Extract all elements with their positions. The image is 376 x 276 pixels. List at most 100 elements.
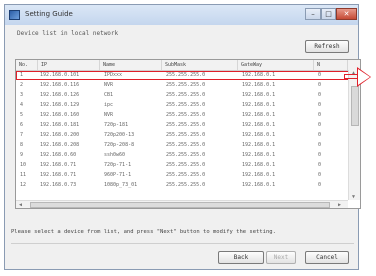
table-cell: 0 [318, 102, 322, 108]
table-cell: 7 [20, 132, 24, 138]
table-cell: 0 [318, 162, 322, 168]
table-row[interactable]: 5 192.168.0.160 NVR 255.255.255.0 192.168.0.… [16, 111, 360, 120]
table-cell: 12 [20, 182, 27, 188]
table-cell: 0 [318, 92, 322, 98]
table-cell: 8 [20, 142, 24, 148]
maximize-button[interactable]: □ [321, 8, 336, 20]
horizontal-scroll-thumb[interactable] [30, 202, 330, 208]
table-cell: 192.168.0.208 [40, 142, 80, 148]
table-cell: NVR [104, 112, 114, 118]
vertical-scroll-thumb[interactable] [351, 86, 359, 126]
cancel-button[interactable]: Cancel [305, 251, 349, 264]
column-header-no[interactable]: No. [16, 60, 38, 70]
table-cell: 0 [318, 72, 322, 78]
table-cell: 255.255.255.0 [166, 122, 206, 128]
device-list[interactable]: No. IP Name SubMask GateWay N 1 192.168.0… [15, 59, 361, 209]
table-row[interactable]: 8 192.168.0.208 720p-208-8 255.255.255.0 192… [16, 141, 360, 150]
table-cell: 5 [20, 112, 24, 118]
table-cell: 192.168.0.116 [40, 82, 80, 88]
table-cell: 1080p_73_01 [104, 182, 138, 188]
table-cell: 0 [318, 82, 322, 88]
scroll-left-arrow-icon[interactable]: ◀ [19, 202, 22, 208]
table-cell: 192.168.0.181 [40, 122, 80, 128]
table-cell: 960P-71-1 [104, 172, 132, 178]
table-cell: 255.255.255.0 [166, 92, 206, 98]
refresh-button[interactable]: Refresh [305, 40, 349, 53]
horizontal-scrollbar[interactable]: ◀ ▶ [16, 200, 348, 208]
table-row[interactable]: 9 192.168.0.60 ssh0w60 255.255.255.0 192.168… [16, 151, 360, 160]
table-row[interactable]: 11 192.168.0.71 960P-71-1 255.255.255.0 192.… [16, 171, 360, 180]
table-cell: 720p200-13 [104, 132, 135, 138]
table-cell: 192.168.0.71 [40, 172, 77, 178]
footer-divider [11, 243, 354, 244]
back-button[interactable]: Back [218, 251, 264, 264]
table-cell: 0 [318, 122, 322, 128]
table-cell: 192.168.0.1 [242, 162, 276, 168]
table-cell: ipc [104, 102, 114, 108]
column-header-submask[interactable]: SubMask [162, 60, 238, 70]
callout-arrow-fill [358, 69, 370, 85]
table-row[interactable]: 7 192.168.0.200 720p200-13 255.255.255.0 192… [16, 131, 360, 140]
table-cell: 0 [318, 152, 322, 158]
table-cell: 255.255.255.0 [166, 152, 206, 158]
table-cell: 192.168.0.1 [242, 142, 276, 148]
table-cell: 192.168.0.101 [40, 72, 80, 78]
table-row[interactable]: 6 192.168.0.181 720p-181 255.255.255.0 192.1… [16, 121, 360, 130]
table-cell: 192.168.0.1 [242, 72, 276, 78]
table-row-selected[interactable]: 1 192.168.0.101 IPDxxx 255.255.255.0 192.168… [16, 71, 360, 80]
window-title: Setting Guide [25, 10, 73, 18]
close-button[interactable]: ✕ [336, 8, 357, 20]
table-cell: 11 [20, 172, 27, 178]
table-cell: 255.255.255.0 [166, 102, 206, 108]
table-cell: 1 [20, 72, 24, 78]
table-cell: CB1 [104, 92, 114, 98]
table-cell: 192.168.0.1 [242, 172, 276, 178]
table-row[interactable]: 4 192.168.0.129 ipc 255.255.255.0 192.168.0.… [16, 101, 360, 110]
list-header: No. IP Name SubMask GateWay N [16, 60, 360, 71]
table-cell: 4 [20, 102, 24, 108]
table-cell: 192.168.0.129 [40, 102, 80, 108]
title-bar[interactable]: Setting Guide – □ ✕ [5, 5, 358, 25]
section-title: Device list in local network [17, 30, 119, 37]
table-cell: 192.168.0.1 [242, 132, 276, 138]
table-cell: 192.168.0.73 [40, 182, 77, 188]
vertical-scrollbar[interactable]: ▲ ▼ [348, 70, 360, 200]
table-cell: 6 [20, 122, 24, 128]
minimize-button[interactable]: – [305, 8, 321, 20]
table-cell: 255.255.255.0 [166, 162, 206, 168]
table-cell: 0 [318, 112, 322, 118]
column-header-ip[interactable]: IP [38, 60, 100, 70]
table-cell: 192.168.0.1 [242, 152, 276, 158]
table-cell: ssh0w60 [104, 152, 126, 158]
table-cell: 10 [20, 162, 27, 168]
column-header-name[interactable]: Name [100, 60, 162, 70]
setting-guide-window: Setting Guide – □ ✕ Device list in local… [4, 4, 361, 270]
column-header-gateway[interactable]: GateWay [238, 60, 314, 70]
table-cell: 720p-208-8 [104, 142, 135, 148]
next-button[interactable]: Next [266, 251, 296, 264]
table-cell: 255.255.255.0 [166, 132, 206, 138]
table-cell: IPDxxx [104, 72, 123, 78]
table-cell: 192.168.0.1 [242, 182, 276, 188]
table-cell: 192.168.0.71 [40, 162, 77, 168]
table-row[interactable]: 2 192.168.0.116 NVR 255.255.255.0 192.168.0.… [16, 81, 360, 90]
scroll-right-arrow-icon[interactable]: ▶ [338, 202, 341, 208]
table-row[interactable]: 3 192.168.0.126 CB1 255.255.255.0 192.168.0.… [16, 91, 360, 100]
column-header-n[interactable]: N [314, 60, 348, 70]
table-cell: 0 [318, 172, 322, 178]
table-row[interactable]: 12 192.168.0.73 1080p_73_01 255.255.255.0 19… [16, 181, 360, 190]
scroll-down-arrow-icon[interactable]: ▼ [352, 194, 355, 200]
table-cell: NVR [104, 82, 114, 88]
table-cell: 0 [318, 132, 322, 138]
table-cell: 255.255.255.0 [166, 82, 206, 88]
table-cell: 255.255.255.0 [166, 182, 206, 188]
instruction-text: Please select a device from list, and pr… [11, 229, 276, 235]
table-row[interactable]: 10 192.168.0.71 720p-71-1 255.255.255.0 192.… [16, 161, 360, 170]
table-cell: 192.168.0.200 [40, 132, 80, 138]
table-cell: 192.168.0.1 [242, 112, 276, 118]
table-cell: 3 [20, 92, 24, 98]
app-icon [9, 10, 20, 20]
table-cell: 9 [20, 152, 24, 158]
table-cell: 2 [20, 82, 24, 88]
table-cell: 192.168.0.160 [40, 112, 80, 118]
